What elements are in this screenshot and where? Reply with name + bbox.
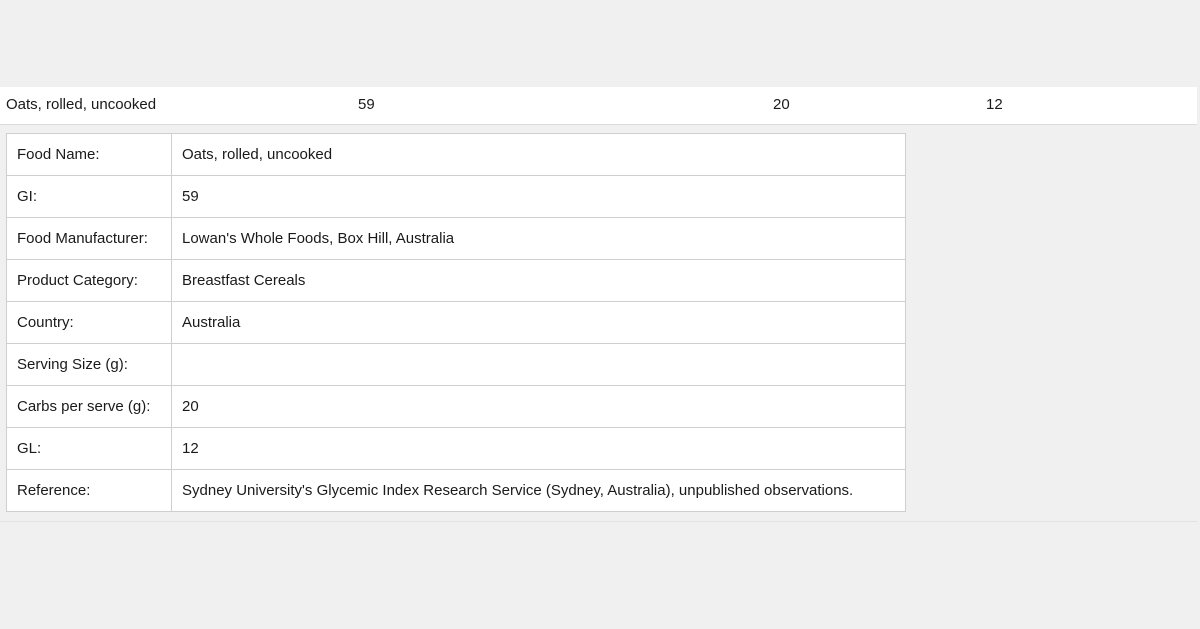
food-detail-panel: Food Name: Oats, rolled, uncooked GI: 59… (0, 125, 1197, 522)
summary-food-name: Oats, rolled, uncooked (6, 96, 157, 113)
detail-value: Sydney University's Glycemic Index Resea… (171, 469, 906, 512)
detail-row-carbs: Carbs per serve (g): 20 (6, 385, 906, 428)
detail-value: Australia (171, 301, 906, 344)
detail-row-manufacturer: Food Manufacturer: Lowan's Whole Foods, … (6, 217, 906, 260)
detail-value: Oats, rolled, uncooked (171, 133, 906, 176)
detail-row-country: Country: Australia (6, 301, 906, 344)
detail-row-serving-size: Serving Size (g): (6, 343, 906, 386)
detail-label: Food Manufacturer: (6, 217, 172, 260)
food-summary-row[interactable]: Oats, rolled, uncooked 59 20 12 (0, 87, 1197, 125)
detail-row-gi: GI: 59 (6, 175, 906, 218)
summary-carbs: 20 (773, 96, 790, 113)
detail-row-gl: GL: 12 (6, 427, 906, 470)
summary-gi: 59 (358, 96, 375, 113)
detail-label: Country: (6, 301, 172, 344)
detail-label: Product Category: (6, 259, 172, 302)
detail-label: GI: (6, 175, 172, 218)
detail-value: 59 (171, 175, 906, 218)
detail-value: 12 (171, 427, 906, 470)
detail-label: Reference: (6, 469, 172, 512)
detail-value: Breastfast Cereals (171, 259, 906, 302)
detail-row-food-name: Food Name: Oats, rolled, uncooked (6, 133, 906, 176)
detail-row-reference: Reference: Sydney University's Glycemic … (6, 469, 906, 512)
detail-label: Carbs per serve (g): (6, 385, 172, 428)
page-footer-area (0, 522, 1200, 629)
page: Oats, rolled, uncooked 59 20 12 Food Nam… (0, 0, 1200, 629)
detail-label: Food Name: (6, 133, 172, 176)
summary-gl: 12 (986, 96, 1003, 113)
detail-value: Lowan's Whole Foods, Box Hill, Australia (171, 217, 906, 260)
detail-label: GL: (6, 427, 172, 470)
detail-value: 20 (171, 385, 906, 428)
food-detail-table: Food Name: Oats, rolled, uncooked GI: 59… (6, 133, 906, 512)
detail-row-category: Product Category: Breastfast Cereals (6, 259, 906, 302)
detail-label: Serving Size (g): (6, 343, 172, 386)
detail-value (171, 343, 906, 386)
